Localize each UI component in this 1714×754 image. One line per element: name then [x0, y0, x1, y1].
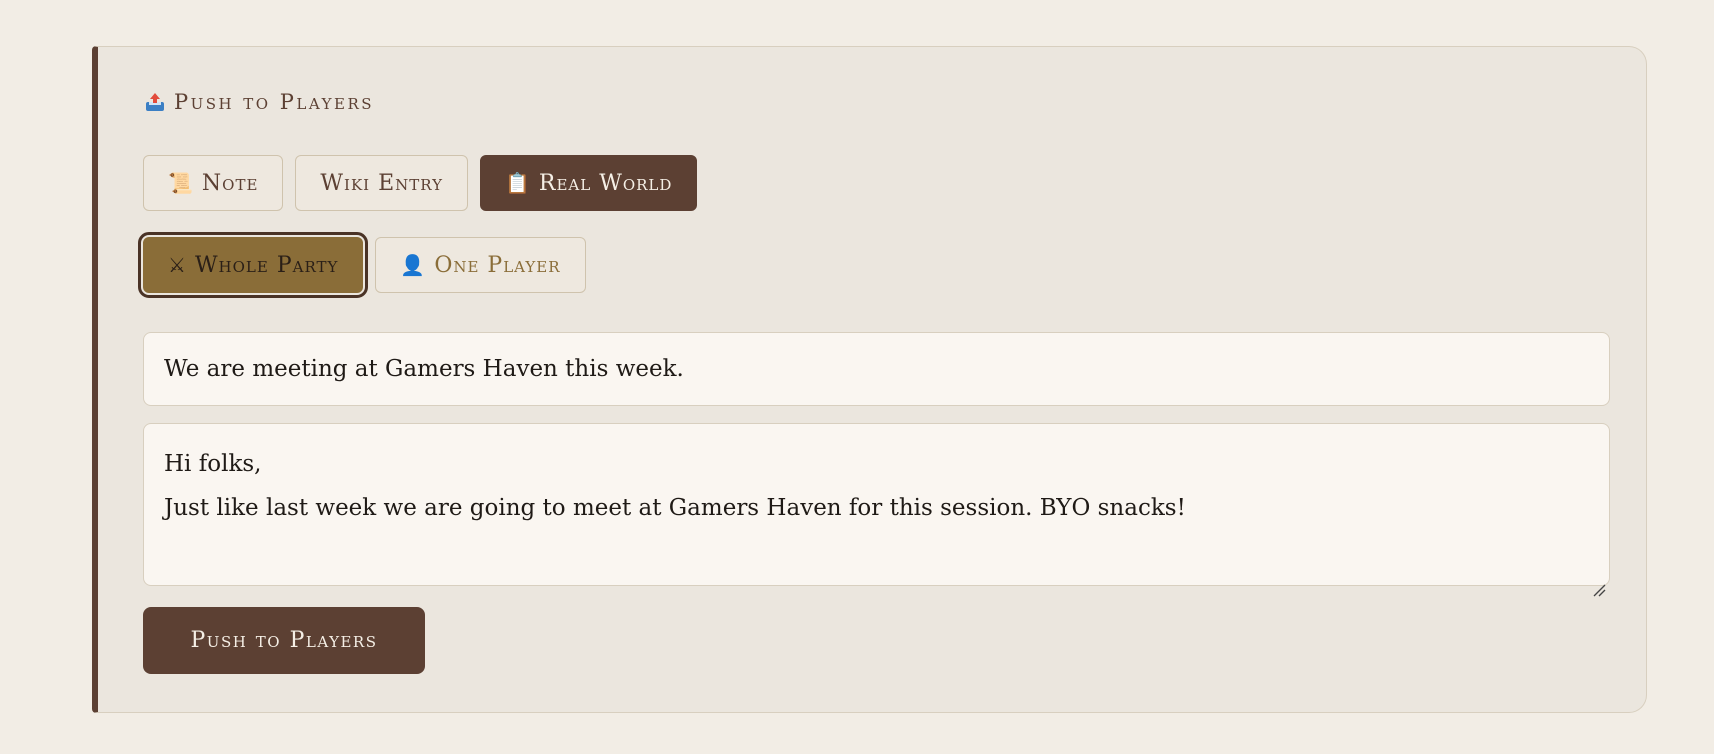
target-one-player-button[interactable]: 👤 One Player	[375, 237, 586, 293]
target-whole-party-label: Whole Party	[194, 252, 339, 278]
clipboard-icon: 📋	[505, 171, 531, 195]
message-line-2: Just like last week we are going to meet…	[164, 495, 1186, 521]
panel-title: Push to Players	[144, 90, 374, 114]
message-textarea[interactable]: Hi folks, Just like last week we are goi…	[143, 423, 1610, 597]
target-one-player-label: One Player	[434, 252, 561, 278]
type-wiki-entry-label: Wiki Entry	[320, 170, 444, 196]
type-real-world-button[interactable]: 📋 Real World	[480, 155, 698, 211]
target-whole-party-button[interactable]: ⚔ Whole Party	[137, 232, 369, 298]
type-note-label: Note	[201, 170, 259, 196]
scroll-icon: 📜	[168, 171, 194, 195]
message-line-1: Hi folks,	[164, 451, 262, 477]
type-note-button[interactable]: 📜 Note	[143, 155, 284, 211]
resize-handle-icon[interactable]	[1592, 568, 1606, 597]
subject-value: We are meeting at Gamers Haven this week…	[164, 356, 684, 382]
push-to-players-button[interactable]: Push to Players	[143, 607, 425, 674]
crossed-swords-icon: ⚔	[168, 253, 187, 277]
panel-title-text: Push to Players	[174, 90, 375, 114]
type-real-world-label: Real World	[538, 170, 673, 196]
outbox-tray-icon	[144, 91, 166, 113]
content-type-selector: 📜 Note Wiki Entry 📋 Real World	[143, 155, 698, 211]
subject-input[interactable]: We are meeting at Gamers Haven this week…	[143, 332, 1610, 406]
type-wiki-entry-button[interactable]: Wiki Entry	[295, 155, 469, 211]
target-selector: ⚔ Whole Party 👤 One Player	[137, 232, 586, 298]
person-icon: 👤	[400, 253, 427, 277]
push-to-players-panel: Push to Players 📜 Note Wiki Entry 📋 Real…	[92, 46, 1647, 713]
